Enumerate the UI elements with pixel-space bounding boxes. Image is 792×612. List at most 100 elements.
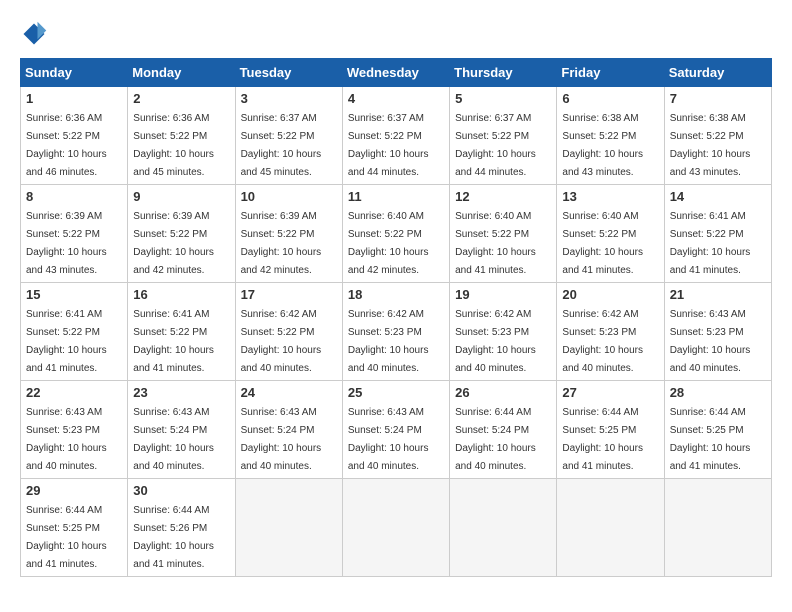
- day-cell-11: 11 Sunrise: 6:40 AMSunset: 5:22 PMDaylig…: [342, 185, 449, 283]
- day-number: 25: [348, 385, 444, 400]
- header-cell-saturday: Saturday: [664, 59, 771, 87]
- header-cell-friday: Friday: [557, 59, 664, 87]
- day-cell-16: 16 Sunrise: 6:41 AMSunset: 5:22 PMDaylig…: [128, 283, 235, 381]
- day-info: Sunrise: 6:41 AMSunset: 5:22 PMDaylight:…: [133, 309, 214, 374]
- day-info: Sunrise: 6:42 AMSunset: 5:23 PMDaylight:…: [348, 309, 429, 374]
- week-row-4: 22 Sunrise: 6:43 AMSunset: 5:23 PMDaylig…: [21, 381, 772, 479]
- day-info: Sunrise: 6:43 AMSunset: 5:24 PMDaylight:…: [241, 407, 322, 472]
- day-info: Sunrise: 6:43 AMSunset: 5:23 PMDaylight:…: [26, 407, 107, 472]
- empty-cell: [664, 479, 771, 577]
- day-number: 27: [562, 385, 658, 400]
- week-row-3: 15 Sunrise: 6:41 AMSunset: 5:22 PMDaylig…: [21, 283, 772, 381]
- header-cell-thursday: Thursday: [450, 59, 557, 87]
- day-info: Sunrise: 6:44 AMSunset: 5:25 PMDaylight:…: [670, 407, 751, 472]
- day-number: 7: [670, 91, 766, 106]
- day-cell-17: 17 Sunrise: 6:42 AMSunset: 5:22 PMDaylig…: [235, 283, 342, 381]
- day-number: 18: [348, 287, 444, 302]
- day-cell-22: 22 Sunrise: 6:43 AMSunset: 5:23 PMDaylig…: [21, 381, 128, 479]
- day-cell-28: 28 Sunrise: 6:44 AMSunset: 5:25 PMDaylig…: [664, 381, 771, 479]
- day-info: Sunrise: 6:40 AMSunset: 5:22 PMDaylight:…: [562, 211, 643, 276]
- day-number: 26: [455, 385, 551, 400]
- day-cell-26: 26 Sunrise: 6:44 AMSunset: 5:24 PMDaylig…: [450, 381, 557, 479]
- day-info: Sunrise: 6:38 AMSunset: 5:22 PMDaylight:…: [670, 113, 751, 178]
- day-number: 8: [26, 189, 122, 204]
- day-cell-20: 20 Sunrise: 6:42 AMSunset: 5:23 PMDaylig…: [557, 283, 664, 381]
- day-number: 21: [670, 287, 766, 302]
- day-info: Sunrise: 6:39 AMSunset: 5:22 PMDaylight:…: [133, 211, 214, 276]
- day-number: 12: [455, 189, 551, 204]
- day-info: Sunrise: 6:43 AMSunset: 5:23 PMDaylight:…: [670, 309, 751, 374]
- day-info: Sunrise: 6:40 AMSunset: 5:22 PMDaylight:…: [455, 211, 536, 276]
- day-info: Sunrise: 6:44 AMSunset: 5:26 PMDaylight:…: [133, 505, 214, 570]
- day-cell-13: 13 Sunrise: 6:40 AMSunset: 5:22 PMDaylig…: [557, 185, 664, 283]
- day-cell-18: 18 Sunrise: 6:42 AMSunset: 5:23 PMDaylig…: [342, 283, 449, 381]
- day-number: 1: [26, 91, 122, 106]
- day-number: 17: [241, 287, 337, 302]
- day-info: Sunrise: 6:39 AMSunset: 5:22 PMDaylight:…: [241, 211, 322, 276]
- day-info: Sunrise: 6:42 AMSunset: 5:23 PMDaylight:…: [455, 309, 536, 374]
- day-cell-7: 7 Sunrise: 6:38 AMSunset: 5:22 PMDayligh…: [664, 87, 771, 185]
- day-number: 29: [26, 483, 122, 498]
- day-info: Sunrise: 6:41 AMSunset: 5:22 PMDaylight:…: [26, 309, 107, 374]
- empty-cell: [342, 479, 449, 577]
- page-header: [20, 20, 772, 48]
- day-number: 14: [670, 189, 766, 204]
- day-number: 10: [241, 189, 337, 204]
- day-number: 4: [348, 91, 444, 106]
- day-number: 6: [562, 91, 658, 106]
- day-number: 20: [562, 287, 658, 302]
- day-cell-25: 25 Sunrise: 6:43 AMSunset: 5:24 PMDaylig…: [342, 381, 449, 479]
- calendar-table: SundayMondayTuesdayWednesdayThursdayFrid…: [20, 58, 772, 577]
- day-info: Sunrise: 6:37 AMSunset: 5:22 PMDaylight:…: [348, 113, 429, 178]
- day-cell-19: 19 Sunrise: 6:42 AMSunset: 5:23 PMDaylig…: [450, 283, 557, 381]
- day-info: Sunrise: 6:42 AMSunset: 5:23 PMDaylight:…: [562, 309, 643, 374]
- day-info: Sunrise: 6:39 AMSunset: 5:22 PMDaylight:…: [26, 211, 107, 276]
- day-number: 16: [133, 287, 229, 302]
- header-cell-monday: Monday: [128, 59, 235, 87]
- day-cell-15: 15 Sunrise: 6:41 AMSunset: 5:22 PMDaylig…: [21, 283, 128, 381]
- logo: [20, 20, 52, 48]
- day-cell-4: 4 Sunrise: 6:37 AMSunset: 5:22 PMDayligh…: [342, 87, 449, 185]
- day-cell-12: 12 Sunrise: 6:40 AMSunset: 5:22 PMDaylig…: [450, 185, 557, 283]
- day-info: Sunrise: 6:43 AMSunset: 5:24 PMDaylight:…: [348, 407, 429, 472]
- empty-cell: [450, 479, 557, 577]
- empty-cell: [235, 479, 342, 577]
- day-cell-24: 24 Sunrise: 6:43 AMSunset: 5:24 PMDaylig…: [235, 381, 342, 479]
- day-number: 28: [670, 385, 766, 400]
- day-number: 2: [133, 91, 229, 106]
- day-number: 13: [562, 189, 658, 204]
- day-cell-27: 27 Sunrise: 6:44 AMSunset: 5:25 PMDaylig…: [557, 381, 664, 479]
- week-row-1: 1 Sunrise: 6:36 AMSunset: 5:22 PMDayligh…: [21, 87, 772, 185]
- header-cell-sunday: Sunday: [21, 59, 128, 87]
- day-cell-8: 8 Sunrise: 6:39 AMSunset: 5:22 PMDayligh…: [21, 185, 128, 283]
- header-cell-tuesday: Tuesday: [235, 59, 342, 87]
- day-number: 23: [133, 385, 229, 400]
- day-cell-3: 3 Sunrise: 6:37 AMSunset: 5:22 PMDayligh…: [235, 87, 342, 185]
- day-info: Sunrise: 6:37 AMSunset: 5:22 PMDaylight:…: [241, 113, 322, 178]
- day-number: 22: [26, 385, 122, 400]
- day-info: Sunrise: 6:44 AMSunset: 5:25 PMDaylight:…: [26, 505, 107, 570]
- day-number: 15: [26, 287, 122, 302]
- day-cell-29: 29 Sunrise: 6:44 AMSunset: 5:25 PMDaylig…: [21, 479, 128, 577]
- day-info: Sunrise: 6:36 AMSunset: 5:22 PMDaylight:…: [133, 113, 214, 178]
- day-info: Sunrise: 6:38 AMSunset: 5:22 PMDaylight:…: [562, 113, 643, 178]
- logo-icon: [20, 20, 48, 48]
- day-number: 30: [133, 483, 229, 498]
- day-number: 11: [348, 189, 444, 204]
- day-cell-6: 6 Sunrise: 6:38 AMSunset: 5:22 PMDayligh…: [557, 87, 664, 185]
- day-cell-2: 2 Sunrise: 6:36 AMSunset: 5:22 PMDayligh…: [128, 87, 235, 185]
- day-info: Sunrise: 6:44 AMSunset: 5:24 PMDaylight:…: [455, 407, 536, 472]
- day-cell-23: 23 Sunrise: 6:43 AMSunset: 5:24 PMDaylig…: [128, 381, 235, 479]
- header-row: SundayMondayTuesdayWednesdayThursdayFrid…: [21, 59, 772, 87]
- day-cell-10: 10 Sunrise: 6:39 AMSunset: 5:22 PMDaylig…: [235, 185, 342, 283]
- day-info: Sunrise: 6:44 AMSunset: 5:25 PMDaylight:…: [562, 407, 643, 472]
- day-info: Sunrise: 6:36 AMSunset: 5:22 PMDaylight:…: [26, 113, 107, 178]
- day-cell-5: 5 Sunrise: 6:37 AMSunset: 5:22 PMDayligh…: [450, 87, 557, 185]
- day-number: 5: [455, 91, 551, 106]
- week-row-5: 29 Sunrise: 6:44 AMSunset: 5:25 PMDaylig…: [21, 479, 772, 577]
- day-number: 24: [241, 385, 337, 400]
- day-number: 9: [133, 189, 229, 204]
- day-number: 19: [455, 287, 551, 302]
- day-cell-21: 21 Sunrise: 6:43 AMSunset: 5:23 PMDaylig…: [664, 283, 771, 381]
- header-cell-wednesday: Wednesday: [342, 59, 449, 87]
